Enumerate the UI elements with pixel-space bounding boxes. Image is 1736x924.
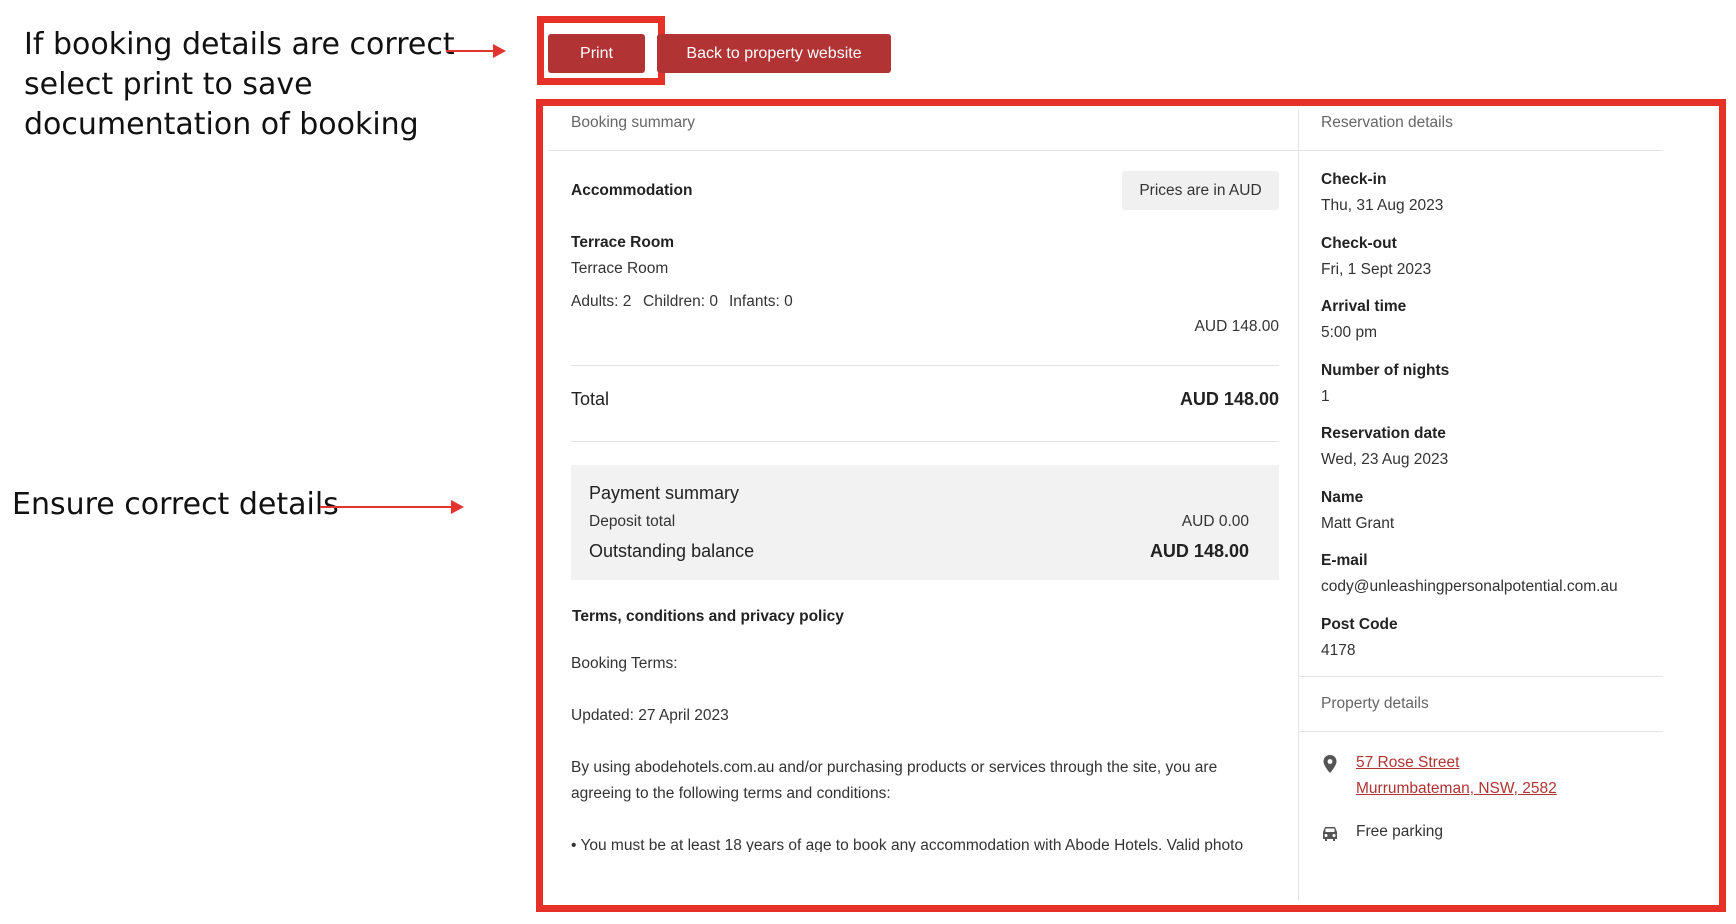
- reservation-details-title: Reservation details: [1321, 114, 1453, 131]
- total-value: AUD 148.00: [1179, 389, 1279, 409]
- map-pin-icon: [1321, 754, 1339, 774]
- divider: [571, 365, 1279, 366]
- divider: [1298, 731, 1663, 732]
- accommodation-label: Accommodation: [571, 182, 693, 199]
- name-label: Name: [1321, 489, 1364, 506]
- checkin-label: Check-in: [1321, 171, 1387, 188]
- address-line1-link[interactable]: 57 Rose Street: [1356, 754, 1459, 772]
- payment-summary-title: Payment summary: [589, 483, 740, 503]
- annotation-arrow-details: [320, 500, 464, 514]
- checkout-label: Check-out: [1321, 235, 1397, 252]
- postcode-value: 4178: [1321, 642, 1356, 659]
- room-name: Terrace Room: [571, 234, 675, 251]
- print-button[interactable]: Print: [548, 34, 645, 73]
- divider: [548, 150, 1298, 151]
- checkin-value: Thu, 31 Aug 2023: [1321, 197, 1444, 214]
- terms-title: Terms, conditions and privacy policy: [572, 608, 844, 625]
- car-icon: [1320, 825, 1340, 842]
- reservation-date-value: Wed, 23 Aug 2023: [1321, 451, 1449, 468]
- deposit-value: AUD 0.00: [1181, 513, 1249, 530]
- arrival-label: Arrival time: [1321, 298, 1407, 315]
- outstanding-label: Outstanding balance: [589, 541, 755, 561]
- terms-bullet: • You must be at least 18 years of age t…: [571, 837, 1244, 852]
- email-value: cody@unleashingpersonalpotential.com.au: [1321, 578, 1618, 595]
- annotation-print-line1: If booking details are correct: [24, 27, 455, 62]
- terms-paragraph-line1: By using abodehotels.com.au and/or purch…: [571, 759, 1218, 776]
- terms-paragraph-line2: agreeing to the following terms and cond…: [571, 785, 891, 802]
- booking-summary-title: Booking summary: [571, 114, 696, 131]
- booking-terms-heading: Booking Terms:: [571, 655, 678, 672]
- total-label: Total: [571, 389, 610, 409]
- currency-note-badge: Prices are in AUD: [1122, 171, 1279, 210]
- email-label: E-mail: [1321, 552, 1368, 569]
- checkout-value: Fri, 1 Sept 2023: [1321, 261, 1432, 278]
- divider: [1298, 676, 1663, 677]
- nights-label: Number of nights: [1321, 362, 1450, 379]
- address-line2-link[interactable]: Murrumbateman, NSW, 2582: [1356, 780, 1557, 798]
- reservation-date-label: Reservation date: [1321, 425, 1446, 442]
- room-type: Terrace Room: [571, 260, 669, 277]
- property-details-title: Property details: [1321, 695, 1429, 712]
- terms-scroll-area[interactable]: Terms, conditions and privacy policy Boo…: [548, 600, 1298, 852]
- terms-updated: Updated: 27 April 2023: [571, 707, 729, 724]
- divider: [571, 441, 1279, 442]
- column-divider: [1298, 110, 1299, 900]
- parking-info: Free parking: [1356, 823, 1444, 840]
- guests-children: Children: 0: [643, 293, 718, 310]
- annotation-print-line3: documentation of booking: [24, 107, 419, 142]
- room-price: AUD 148.00: [1194, 318, 1279, 335]
- back-to-property-button[interactable]: Back to property website: [657, 34, 891, 73]
- annotation-print-line2: select print to save: [24, 67, 313, 102]
- arrival-value: 5:00 pm: [1321, 324, 1378, 341]
- divider: [1298, 150, 1663, 151]
- deposit-label: Deposit total: [589, 513, 676, 530]
- annotation-arrow-print: [446, 44, 506, 58]
- guests-adults: Adults: 2: [571, 293, 632, 310]
- name-value: Matt Grant: [1321, 515, 1395, 532]
- postcode-label: Post Code: [1321, 616, 1398, 633]
- outstanding-value: AUD 148.00: [1149, 541, 1249, 561]
- nights-value: 1: [1321, 388, 1330, 405]
- guests-infants: Infants: 0: [729, 293, 793, 310]
- annotation-ensure-details: Ensure correct details: [12, 487, 339, 522]
